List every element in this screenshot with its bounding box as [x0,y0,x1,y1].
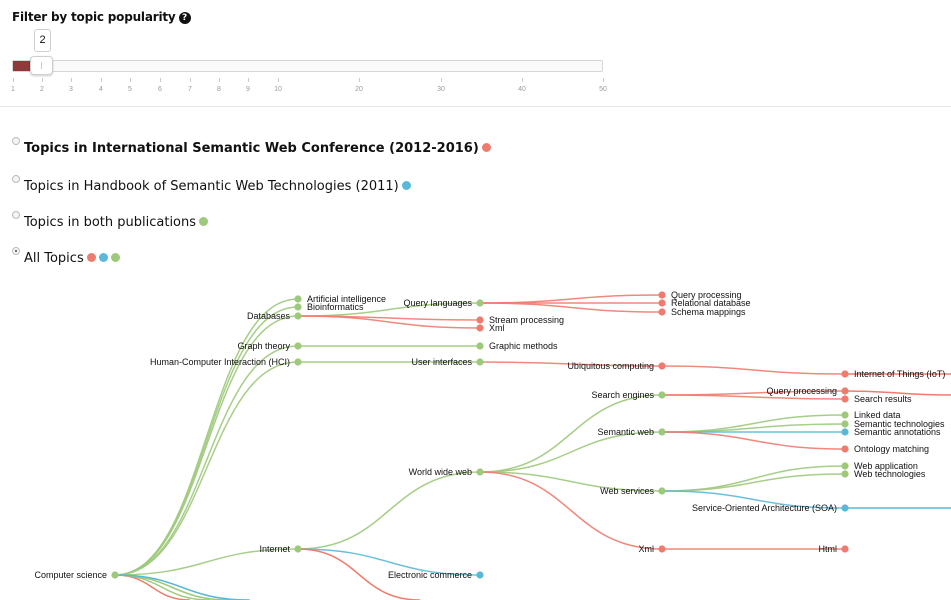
tree-node-label[interactable]: Web services [600,486,654,496]
tree-node-label[interactable]: Html [819,544,838,554]
tree-node[interactable] [841,387,849,395]
tree-node[interactable] [841,470,849,478]
tree-node[interactable] [841,462,849,470]
tree-link [297,471,481,550]
tree-node-label[interactable]: Electronic commerce [388,570,472,580]
tree-node-label[interactable]: Bioinformatics [307,302,364,312]
tree-link [661,465,846,492]
tree-node-label[interactable]: Computer science [34,570,107,580]
tree-node[interactable] [658,391,666,399]
tree-node-label[interactable]: Web technologies [854,469,926,479]
tree-node[interactable] [658,299,666,307]
tree-link [479,431,663,473]
tree-node-label[interactable]: Semantic annotations [854,427,941,437]
tree-node[interactable] [476,358,484,366]
tree-link [661,473,846,492]
tree-link [479,471,663,550]
tree-node[interactable] [294,342,302,350]
tree-node-label[interactable]: Semantic web [597,427,654,437]
tree-node[interactable] [294,295,302,303]
tree-node[interactable] [841,370,849,378]
tree-node-label[interactable]: Internet [259,544,290,554]
tree-node-label[interactable]: Internet of Things (IoT) [854,369,945,379]
tree-node-label[interactable]: Xml [639,544,655,554]
tree-node[interactable] [476,342,484,350]
tree-link [661,414,846,433]
tree-node[interactable] [658,308,666,316]
topic-tree: Computer scienceArtificial intelligenceB… [34,290,951,600]
tree-link [114,345,299,576]
tree-node-label[interactable]: User interfaces [411,357,472,367]
tree-node[interactable] [476,299,484,307]
tree-node[interactable] [658,487,666,495]
tree-node[interactable] [294,545,302,553]
tree-node-label[interactable]: Xml [489,323,505,333]
tree-node[interactable] [841,428,849,436]
tree-node[interactable] [658,291,666,299]
tree-node-label[interactable]: Query processing [766,386,837,396]
tree-node-label[interactable]: Query languages [403,298,472,308]
tree-node[interactable] [658,428,666,436]
tree-node[interactable] [476,316,484,324]
tree-node[interactable] [294,303,302,311]
tree-node-label[interactable]: Search results [854,394,912,404]
tree-node[interactable] [841,504,849,512]
tree-node-label[interactable]: Ontology matching [854,444,929,454]
tree-node[interactable] [111,571,119,579]
tree-node-label[interactable]: Ubiquitous computing [567,361,654,371]
tree-node[interactable] [658,545,666,553]
tree-node[interactable] [841,420,849,428]
tree-node-label[interactable]: Graphic methods [489,341,558,351]
tree-node[interactable] [294,358,302,366]
tree-node[interactable] [476,571,484,579]
tree-node[interactable] [294,312,302,320]
tree-node[interactable] [476,468,484,476]
tree-node-label[interactable]: Databases [247,311,291,321]
tree-node[interactable] [476,324,484,332]
tree-node-label[interactable]: Human-Computer Interaction (HCI) [150,357,290,367]
tree-link [479,294,663,304]
tree-link [661,365,846,375]
tree-node[interactable] [841,395,849,403]
tree-node[interactable] [841,545,849,553]
tree-link [661,431,846,450]
tree-node-label[interactable]: Service-Oriented Architecture (SOA) [692,503,837,513]
tree-node-label[interactable]: Graph theory [237,341,290,351]
tree-node[interactable] [841,411,849,419]
tree-node[interactable] [658,362,666,370]
tree-link [479,302,663,313]
tree-node-label[interactable]: Search engines [591,390,654,400]
tree-node-label[interactable]: World wide web [409,467,472,477]
tree-node[interactable] [841,445,849,453]
tree-node-label[interactable]: Schema mappings [671,307,746,317]
